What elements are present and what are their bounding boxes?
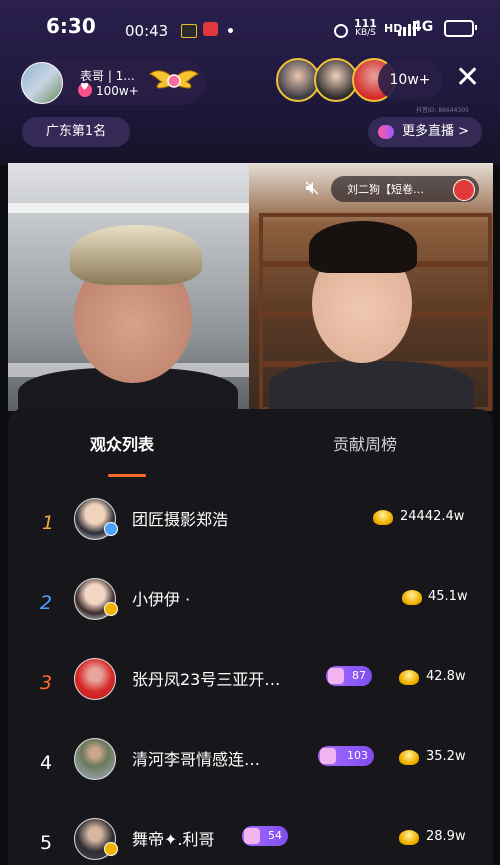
user-name: 清河李哥情感连… <box>132 750 261 769</box>
user-name: 小伊伊 · <box>132 590 191 609</box>
carrier-label: 4G <box>412 19 434 35</box>
list-item[interactable]: 2 小伊伊 · 45.1w <box>8 568 493 648</box>
more-live-button[interactable]: 更多直播 > <box>368 117 482 147</box>
list-item[interactable]: 3 张丹凤23号三亚开… 87 42.8w <box>8 648 493 728</box>
viewer-count[interactable]: 10w+ <box>378 60 442 100</box>
tab-weekly-contribution[interactable]: 贡献周榜 <box>333 431 397 455</box>
rank-number: 1 <box>42 512 55 534</box>
fan-club-wings-icon[interactable] <box>148 64 200 94</box>
host-hair <box>70 225 202 285</box>
contribution-score: 24442.4w <box>400 509 465 524</box>
level-badge: 87 <box>326 666 372 686</box>
gold-ingot-icon <box>399 830 419 845</box>
recording-timer: 00:43 <box>125 22 169 40</box>
opponent-avatar[interactable] <box>453 179 475 201</box>
gold-ingot-icon <box>399 750 419 765</box>
contribution-score: 45.1w <box>428 589 468 604</box>
live-logo-icon <box>378 125 394 139</box>
close-icon[interactable]: ✕ <box>455 63 480 93</box>
tab-audience-list[interactable]: 观众列表 <box>90 431 154 455</box>
level-gem-icon <box>320 748 336 764</box>
contribution-score: 42.8w <box>426 669 466 684</box>
mute-icon[interactable] <box>306 181 318 195</box>
level-badge: 103 <box>318 746 374 766</box>
level-badge: 54 <box>242 826 288 846</box>
verified-badge-icon <box>104 522 118 536</box>
region-rank-badge[interactable]: 广东第1名 <box>22 117 130 147</box>
rank-number: 5 <box>40 832 53 854</box>
rank-number: 4 <box>40 752 53 774</box>
user-name: 舞帝✦.利哥 <box>132 830 215 849</box>
opponent-tag[interactable]: 刘二狗【短卷… <box>331 176 479 202</box>
avatar[interactable] <box>74 738 116 780</box>
level-value: 54 <box>268 829 282 842</box>
level-badge-icon <box>104 842 118 856</box>
list-item[interactable]: 5 舞帝✦.利哥 54 28.9w <box>8 808 493 865</box>
host-likes: 100w+ <box>78 82 139 98</box>
opponent-hair <box>309 221 417 273</box>
list-item[interactable]: 4 清河李哥情感连… 103 35.2w <box>8 728 493 808</box>
status-time: 6:30 <box>46 14 96 38</box>
dot-icon <box>228 28 233 33</box>
gold-ingot-icon <box>402 590 422 605</box>
background-light <box>8 203 249 213</box>
record-icon <box>203 22 218 36</box>
avatar[interactable] <box>74 658 116 700</box>
more-live-label: 更多直播 > <box>402 124 470 139</box>
contribution-score: 35.2w <box>426 749 466 764</box>
battery-icon <box>444 20 477 37</box>
host-avatar[interactable] <box>21 62 63 104</box>
list-item[interactable]: 1 团匠摄影郑浩 24442.4w <box>8 488 493 568</box>
active-tab-indicator <box>108 474 146 477</box>
level-gem-icon <box>244 828 260 844</box>
network-speed-unit: KB/S <box>355 28 376 38</box>
gold-ingot-icon <box>399 670 419 685</box>
opponent-body <box>269 361 474 411</box>
level-badge-icon <box>104 602 118 616</box>
opponent-name: 刘二狗【短卷… <box>347 183 424 196</box>
level-value: 87 <box>352 669 366 682</box>
user-name: 团匠摄影郑浩 <box>132 510 229 529</box>
room-id: 抖音ID: 86644305 <box>416 107 469 114</box>
rank-number: 2 <box>40 592 53 614</box>
user-name: 张丹凤23号三亚开… <box>132 670 281 689</box>
network-speed: 111 KB/S <box>354 18 377 38</box>
notification-icon <box>181 24 197 38</box>
heart-icon <box>78 82 92 97</box>
contribution-score: 28.9w <box>426 829 466 844</box>
level-value: 103 <box>347 749 368 762</box>
host-likes-value: 100w+ <box>96 84 139 98</box>
gold-ingot-icon <box>373 510 393 525</box>
level-gem-icon <box>328 668 344 684</box>
alarm-icon <box>334 24 348 38</box>
host-video[interactable] <box>8 163 249 411</box>
rank-number: 3 <box>40 672 53 694</box>
